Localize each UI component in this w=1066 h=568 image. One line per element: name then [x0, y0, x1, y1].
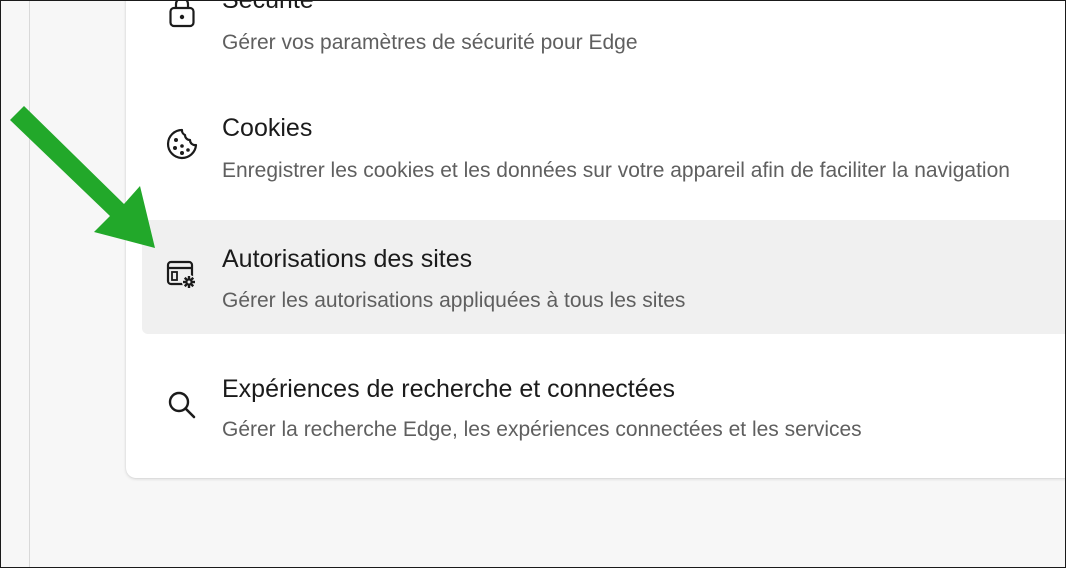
settings-item-title: Expériences de recherche et connectées	[222, 375, 676, 403]
settings-card: Sécurité Gérer vos paramètres de sécurit…	[126, 0, 1066, 478]
settings-item-description: Gérer vos paramètres de sécurité pour Ed…	[222, 31, 638, 54]
settings-item-title: Sécurité	[222, 0, 314, 14]
settings-item-security[interactable]: Sécurité Gérer vos paramètres de sécurit…	[142, 0, 1066, 94]
settings-item-description: Enregistrer les cookies et les données s…	[222, 159, 1010, 182]
settings-item-cookies[interactable]: Cookies Enregistrer les cookies et les d…	[142, 94, 1066, 208]
green-arrow-icon	[10, 106, 155, 248]
search-icon	[164, 387, 200, 423]
settings-item-site-permissions[interactable]: Autorisations des sites Gérer les autori…	[142, 220, 1066, 334]
site-settings-icon	[164, 257, 200, 293]
settings-item-description: Gérer les autorisations appliquées à tou…	[222, 289, 686, 312]
settings-item-title: Autorisations des sites	[222, 245, 473, 273]
settings-item-description: Gérer la recherche Edge, les expériences…	[222, 418, 862, 441]
settings-item-search[interactable]: Expériences de recherche et connectées G…	[142, 350, 1066, 464]
settings-item-title: Cookies	[222, 114, 313, 142]
